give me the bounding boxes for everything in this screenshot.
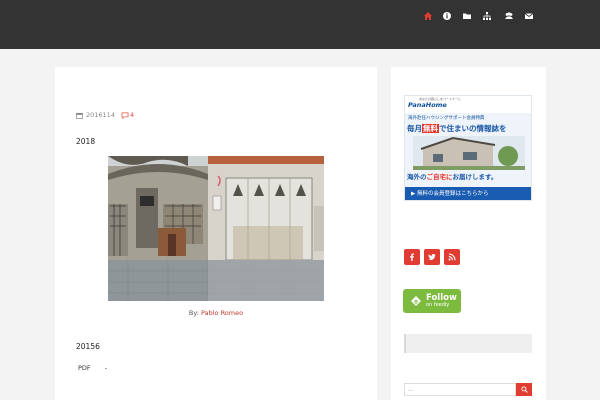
info-icon[interactable]: [442, 11, 452, 21]
ad-headline: 毎月無料で住まいの情報誌を: [407, 123, 531, 136]
facebook-icon: [410, 253, 414, 261]
sidebar-card: あなたの暮らしをパートナーに PanaHome 海外赴任ハウジングサポート会員特…: [391, 67, 546, 400]
ad-headline-part1: 毎月: [407, 124, 422, 133]
feedly-label: Follow: [426, 292, 457, 303]
ad-brand-logo: PanaHome: [408, 101, 447, 109]
building-photo-illustration: [108, 156, 324, 301]
home-icon[interactable]: [423, 11, 433, 21]
ad-house-illustration: [413, 136, 525, 170]
ad-subtitle: 海外赴任ハウジングサポート会員特典: [408, 116, 485, 121]
section-number: 20156: [76, 342, 100, 351]
sitemap-icon[interactable]: [482, 11, 492, 21]
search-icon: [520, 386, 528, 393]
post-date: 2016114: [86, 111, 115, 119]
article-photo: [108, 156, 324, 301]
advertisement-banner[interactable]: あなたの暮らしをパートナーに PanaHome 海外赴任ハウジングサポート会員特…: [404, 95, 532, 201]
folder-icon[interactable]: [462, 11, 472, 21]
article-heading: 2018: [76, 137, 96, 146]
caption-prefix: By:: [188, 309, 199, 317]
ad-brand-bar: あなたの暮らしをパートナーに PanaHome: [405, 96, 531, 113]
twitter-button[interactable]: [424, 249, 440, 265]
twitter-icon: [428, 253, 436, 261]
ad-line2-part2: お届けします。: [452, 173, 498, 181]
photo-caption: By: Pablo Romeo: [55, 309, 377, 317]
ad-line2-red: ご自宅に: [426, 173, 453, 181]
rss-button[interactable]: [444, 249, 460, 265]
pdf-value: -: [104, 364, 108, 372]
comment-count[interactable]: 4: [130, 111, 134, 119]
calendar-icon: [76, 112, 83, 119]
pdf-label: PDF: [78, 364, 91, 372]
top-nav-bar: [0, 0, 600, 49]
ad-line2: 海外のご自宅にお届けします。: [407, 171, 497, 181]
search-button[interactable]: [516, 383, 532, 396]
ad-headline-part2: で住まいの情報誌を: [439, 124, 507, 133]
facebook-button[interactable]: [404, 249, 420, 265]
feedly-text: Follow on feedly: [426, 294, 457, 309]
mail-icon[interactable]: [524, 11, 534, 21]
feedly-icon: [411, 296, 421, 306]
ad-headline-red: 無料: [422, 124, 439, 133]
pdf-row: PDF -: [78, 364, 107, 372]
comment-icon[interactable]: [121, 112, 129, 119]
post-meta: 2016114 4: [76, 111, 134, 119]
photo-author-link[interactable]: Pablo Romeo: [201, 309, 243, 317]
rss-icon: [448, 253, 456, 261]
search-input[interactable]: [404, 383, 516, 396]
sidebar-widget-box: [404, 334, 532, 353]
ad-line2-part1: 海外の: [407, 173, 427, 181]
feedly-follow-button[interactable]: Follow on feedly: [403, 289, 461, 313]
feedly-sublabel: on feedly: [426, 302, 450, 309]
users-icon[interactable]: [504, 11, 514, 21]
article-card: 2016114 4 2018 By: Pablo Romeo 20156 PDF…: [55, 67, 377, 400]
ad-cta-button[interactable]: ▶ 無料の会員登録はこちらから: [405, 187, 531, 200]
